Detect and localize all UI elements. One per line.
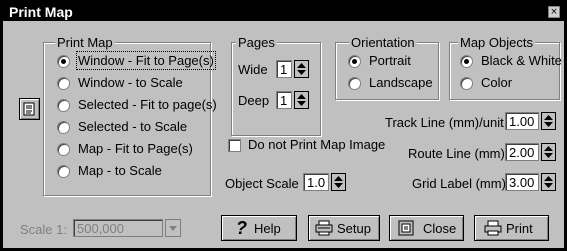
help-label: Help <box>254 221 281 236</box>
close-label: Close <box>423 221 457 236</box>
route-line-label: Route Line (mm) <box>408 146 505 161</box>
radio-map-fit[interactable] <box>57 143 70 156</box>
spinner-arrows-icon <box>334 176 343 188</box>
grid-label-field[interactable]: 3.00 <box>505 173 539 191</box>
orientation-group: Orientation Portrait Landscape <box>335 35 439 100</box>
spinner-arrows-icon <box>544 176 553 188</box>
spinner-arrows-icon <box>544 115 553 127</box>
object-scale-field[interactable]: 1.0 <box>303 173 329 191</box>
print-map-group: Print Map Window - Fit to Page(s) Window… <box>43 35 217 196</box>
radio-label: Selected - to Scale <box>78 119 188 134</box>
radio-label: Map - Fit to Page(s) <box>78 141 193 156</box>
no-print-image-label: Do not Print Map Image <box>248 137 386 152</box>
radio-window-scale[interactable] <box>57 77 70 90</box>
pages-group-label: Pages <box>236 35 277 50</box>
radio-label: Landscape <box>369 75 433 90</box>
title-bar: Print Map × <box>3 3 564 20</box>
radio-label: Map - to Scale <box>78 163 162 178</box>
dialog-body: Print Map Window - Fit to Page(s) Window… <box>3 21 564 248</box>
spinner-arrows-icon <box>297 94 306 106</box>
radio-label: Black & White <box>481 53 562 68</box>
track-line-label: Track Line (mm)/unit <box>385 115 504 130</box>
printer-icon <box>484 220 502 236</box>
deep-spinner[interactable] <box>294 91 309 109</box>
print-button[interactable]: Print <box>474 215 549 241</box>
setup-label: Setup <box>337 221 371 236</box>
scale-field[interactable]: 500,000 <box>73 219 163 237</box>
print-map-group-label: Print Map <box>55 35 115 50</box>
page-preview-icon <box>23 102 35 116</box>
close-button[interactable]: Close <box>389 215 464 241</box>
print-map-dialog: Print Map × Print Map Window - Fit to Pa… <box>0 0 567 251</box>
route-line-field[interactable]: 2.00 <box>505 143 539 161</box>
radio-selected-fit[interactable] <box>57 99 70 112</box>
radio-label: Window - to Scale <box>78 75 183 90</box>
radio-black-white[interactable] <box>460 55 473 68</box>
map-objects-group: Map Objects Black & White Color <box>449 35 562 100</box>
radio-landscape[interactable] <box>348 77 361 90</box>
question-mark-icon: ? <box>236 218 247 238</box>
object-scale-label: Object Scale <box>225 176 299 191</box>
radio-label: Window - Fit to Page(s) <box>76 51 216 70</box>
chevron-down-icon <box>169 226 177 231</box>
setup-button[interactable]: Setup <box>308 215 380 241</box>
radio-label: Color <box>481 75 513 90</box>
grid-label-label: Grid Label (mm) <box>412 176 506 191</box>
pages-group: Pages Wide 1 Deep 1 <box>231 35 321 136</box>
print-label: Print <box>506 221 533 236</box>
help-button[interactable]: ? Help <box>221 215 297 241</box>
route-line-spinner[interactable] <box>541 143 556 161</box>
object-scale-spinner[interactable] <box>331 173 346 191</box>
grid-label-spinner[interactable] <box>541 173 556 191</box>
no-print-image-checkbox[interactable] <box>228 139 241 152</box>
radio-map-scale[interactable] <box>57 165 70 178</box>
radio-label: Selected - Fit to page(s) <box>78 97 217 112</box>
deep-field[interactable]: 1 <box>276 91 292 109</box>
scale-dropdown[interactable] <box>165 219 181 237</box>
wide-spinner[interactable] <box>294 60 309 78</box>
wide-field[interactable]: 1 <box>276 60 292 78</box>
spinner-arrows-icon <box>544 146 553 158</box>
track-line-field[interactable]: 1.00 <box>505 112 539 130</box>
radio-portrait[interactable] <box>348 55 361 68</box>
page-preview-button[interactable] <box>19 98 40 120</box>
orientation-group-label: Orientation <box>349 35 417 50</box>
window-title: Print Map <box>9 4 73 20</box>
radio-color[interactable] <box>460 77 473 90</box>
wide-label: Wide <box>238 62 268 77</box>
scale-label: Scale 1: <box>20 222 67 237</box>
radio-selected-scale[interactable] <box>57 121 70 134</box>
radio-window-fit[interactable] <box>57 55 70 68</box>
deep-label: Deep <box>238 93 270 108</box>
close-door-icon <box>398 220 414 236</box>
track-line-spinner[interactable] <box>541 112 556 130</box>
spinner-arrows-icon <box>297 63 306 75</box>
printer-setup-icon <box>315 220 333 236</box>
close-icon[interactable]: × <box>548 6 560 18</box>
radio-label: Portrait <box>369 53 411 68</box>
map-objects-group-label: Map Objects <box>458 35 535 50</box>
